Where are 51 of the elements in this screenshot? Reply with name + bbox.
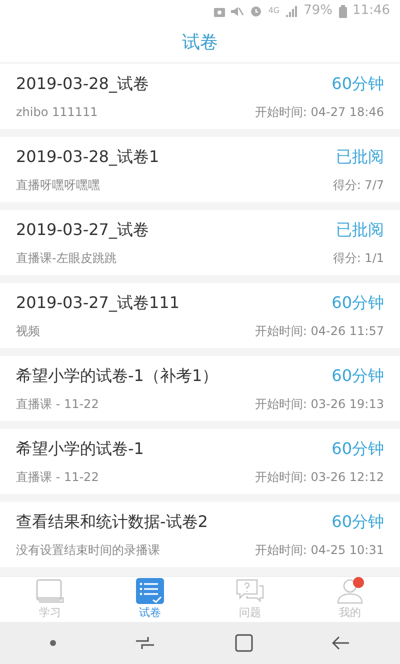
exam-status: 已批阅 — [336, 219, 384, 241]
exam-status: 60分钟 — [332, 73, 384, 95]
exam-status: 60分钟 — [332, 292, 384, 314]
clock-time: 11:46 — [352, 2, 390, 20]
exam-title: 2019-03-28_试卷1 — [16, 146, 160, 168]
question-bubble-icon — [235, 578, 265, 604]
exam-card[interactable]: 2019-03-27_试卷111 60分钟 视频 开始时间: 04-26 11:57 — [0, 283, 400, 348]
back-icon[interactable] — [332, 636, 350, 650]
exam-subtitle: 直播呀嘿呀嘿嘿 — [16, 177, 100, 194]
dot-icon[interactable] — [50, 640, 56, 646]
page-title: 试卷 — [182, 30, 218, 54]
exam-detail: 开始时间: 03-26 19:13 — [254, 396, 384, 413]
exam-subtitle: 直播课 - 11-22 — [16, 469, 99, 486]
exam-status: 60分钟 — [332, 511, 384, 533]
exam-detail: 得分: 1/1 — [332, 250, 384, 267]
exam-status: 60分钟 — [332, 365, 384, 387]
exam-detail: 得分: 7/7 — [332, 177, 384, 194]
exam-detail: 开始时间: 03-26 12:12 — [254, 469, 384, 486]
exam-subtitle: zhibo 111111 — [16, 104, 98, 121]
signal-icon — [286, 6, 298, 16]
exam-subtitle: 直播课-左眼皮跳跳 — [16, 250, 116, 267]
exam-card[interactable]: 2019-03-27_试卷 已批阅 直播课-左眼皮跳跳 得分: 1/1 — [0, 210, 400, 275]
camera-icon — [214, 6, 226, 16]
home-square-icon[interactable] — [234, 634, 253, 652]
book-icon — [35, 578, 65, 604]
exam-title: 2019-03-27_试卷111 — [16, 292, 180, 314]
battery-percent: 79% — [304, 2, 333, 20]
exam-detail: 开始时间: 04-26 11:57 — [254, 323, 384, 340]
battery-icon — [338, 4, 347, 18]
exam-card[interactable]: 希望小学的试卷-1 60分钟 直播课 - 11-22 开始时间: 03-26 12:12 — [0, 429, 400, 494]
alarm-icon — [250, 5, 262, 17]
exam-card[interactable]: 2019-03-28_试卷 60分钟 zhibo 111111 开始时间: 04-27 18:46 — [0, 64, 400, 129]
tab-bar-item[interactable]: 试卷 — [100, 577, 200, 622]
exam-title: 希望小学的试卷-1 — [16, 438, 144, 460]
exam-status: 已批阅 — [336, 146, 384, 168]
exam-title: 查看结果和统计数据-试卷2 — [16, 511, 208, 533]
exam-title: 2019-03-28_试卷 — [16, 73, 149, 95]
exam-status: 60分钟 — [332, 438, 384, 460]
exam-subtitle: 视频 — [16, 323, 40, 340]
exam-subtitle: 没有设置结束时间的录播课 — [16, 542, 160, 559]
recent-apps-icon[interactable] — [135, 636, 156, 650]
mute-icon — [231, 6, 244, 16]
exam-card[interactable]: 2019-03-28_试卷1 已批阅 直播呀嘿呀嘿嘿 得分: 7/7 — [0, 137, 400, 202]
exam-title: 2019-03-27_试卷 — [16, 219, 149, 241]
exam-card[interactable]: 希望小学的试卷-1（补考1） 60分钟 直播课 - 11-22 开始时间: 03-26 19:13 — [0, 356, 400, 421]
network-type: 4G — [268, 7, 280, 15]
exam-subtitle: 直播课 - 11-22 — [16, 396, 99, 413]
exam-title: 希望小学的试卷-1（补考1） — [16, 365, 218, 387]
exam-detail: 开始时间: 04-27 18:46 — [254, 104, 384, 121]
exam-detail: 开始时间: 04-25 10:31 — [254, 542, 384, 559]
exam-card[interactable]: 查看结果和统计数据-试卷2 60分钟 没有设置结束时间的录播课 开始时间: 04-25 10:31 — [0, 502, 400, 567]
